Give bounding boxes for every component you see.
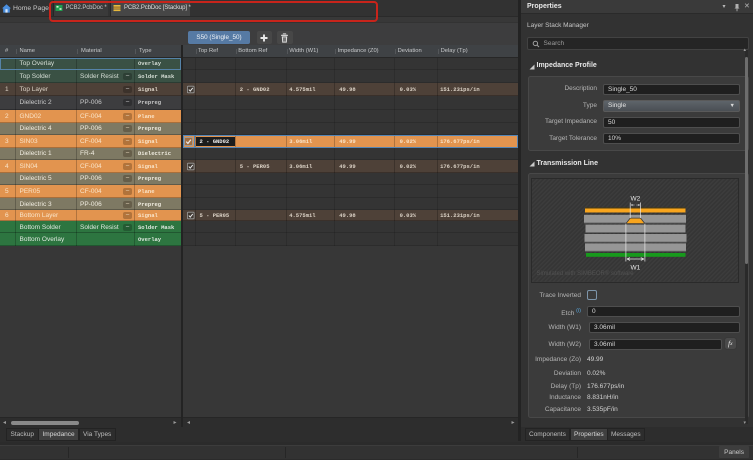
svg-text:W2: W2 bbox=[630, 196, 640, 203]
